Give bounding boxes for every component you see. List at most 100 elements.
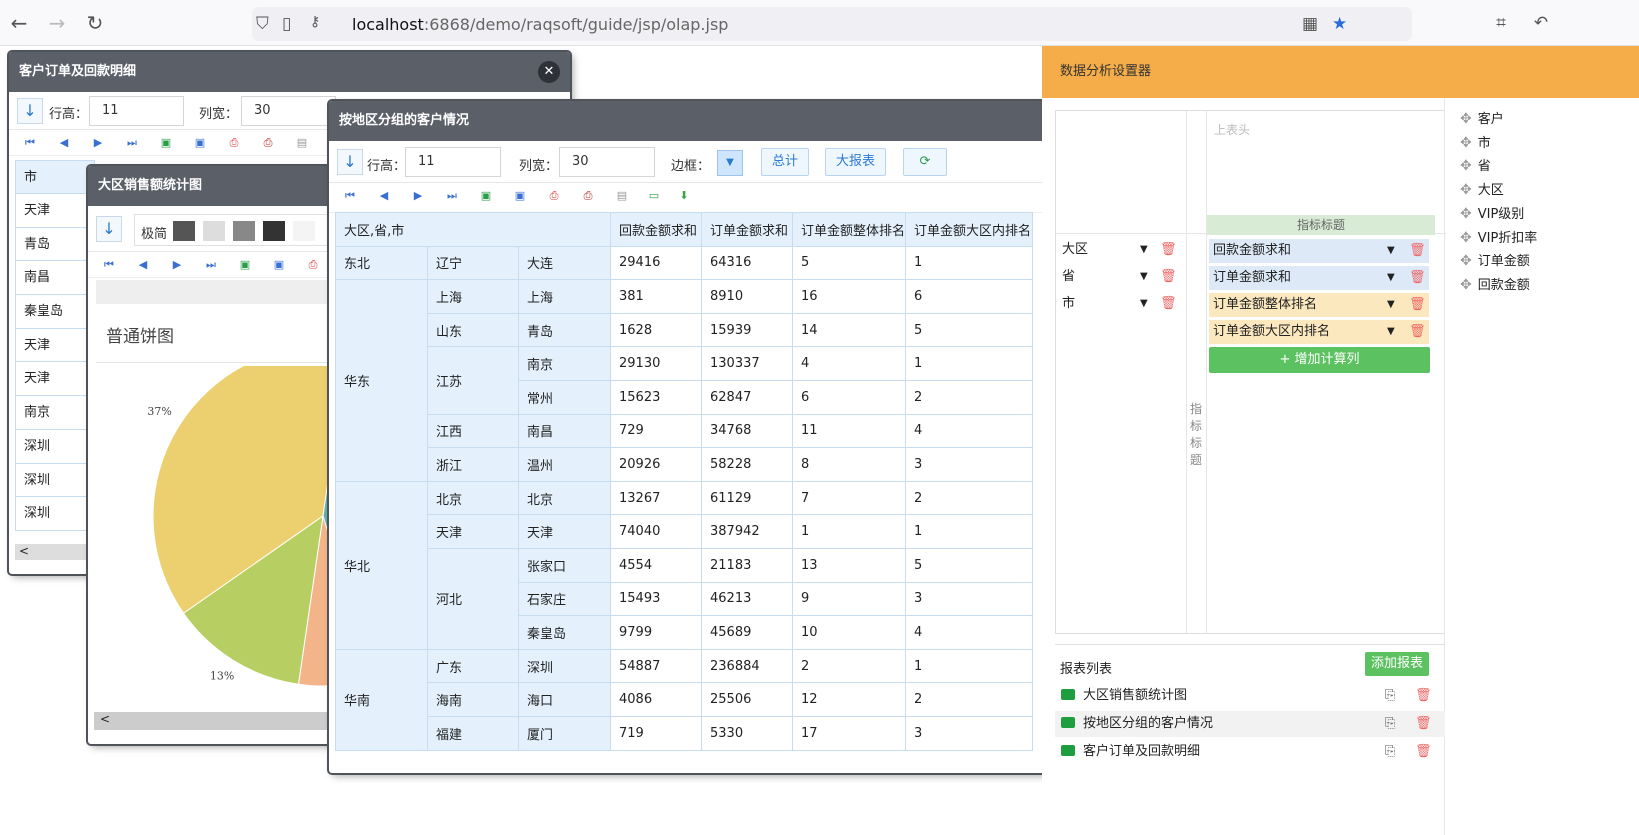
available-field[interactable]: ✥ 省 — [1460, 155, 1491, 174]
word-icon[interactable]: ▣ — [191, 134, 209, 152]
csv-icon[interactable]: ▭ — [645, 187, 663, 205]
big-report-button[interactable]: 大报表 — [825, 148, 887, 176]
trash-icon[interactable]: 🗑 — [1160, 239, 1177, 261]
style-swatch-dark[interactable] — [173, 221, 195, 241]
available-field[interactable]: ✥ 客户 — [1460, 108, 1504, 127]
available-field[interactable]: ✥ 大区 — [1460, 179, 1504, 198]
border-dropdown[interactable]: ▼ — [717, 150, 743, 176]
word-icon[interactable]: ▣ — [270, 256, 288, 274]
dropdown-arrow-icon[interactable]: ▼ — [1387, 239, 1395, 263]
sort-down-button[interactable]: ↓ — [337, 149, 363, 175]
add-report-button[interactable]: 添加报表 — [1365, 652, 1430, 676]
report-list-item[interactable]: 大区销售额统计图 ⎘ 🗑 — [1055, 683, 1445, 709]
next-page-icon[interactable]: ▶ — [89, 134, 107, 152]
trash-icon[interactable]: 🗑 — [1160, 266, 1177, 288]
bookmark-star-icon[interactable]: ★ — [1332, 14, 1347, 34]
col-width-input[interactable]: 30 — [241, 96, 336, 126]
style-swatch-light[interactable] — [203, 221, 225, 241]
reload-icon[interactable]: ↻ — [82, 10, 108, 36]
first-page-icon[interactable]: ⏮ — [341, 187, 359, 205]
trash-icon[interactable]: 🗑 — [1409, 266, 1426, 290]
scroll-left-icon[interactable]: < — [15, 544, 29, 558]
available-field[interactable]: ✥ 回款金额 — [1460, 274, 1530, 293]
row-field-item[interactable]: 省 ▼ 🗑 — [1058, 266, 1178, 288]
address-bar[interactable]: ⛉ ▯ ⚷ localhost:6868/demo/raqsoft/guide/… — [252, 7, 1412, 41]
style-swatch-white[interactable] — [293, 221, 315, 241]
print-icon[interactable]: ⎙ — [259, 134, 277, 152]
back-icon[interactable]: ← — [6, 10, 32, 36]
measure-item[interactable]: 订单金额大区内排名 ▼ 🗑 — [1209, 320, 1429, 344]
dropdown-arrow-icon[interactable]: ▼ — [1140, 239, 1148, 261]
refresh-icon[interactable]: ⟳ — [903, 148, 947, 176]
edit-icon[interactable]: ⎘ — [1385, 683, 1395, 709]
col-width-input[interactable]: 30 — [559, 147, 655, 177]
row-height-input[interactable]: 11 — [89, 96, 184, 126]
print-icon[interactable]: ⎙ — [579, 187, 597, 205]
row-field-item[interactable]: 市 ▼ 🗑 — [1058, 293, 1178, 315]
edit-icon[interactable]: ⎘ — [1385, 711, 1395, 737]
trash-icon[interactable]: 🗑 — [1415, 711, 1432, 737]
permissions-icon[interactable]: ⚷ — [310, 14, 320, 30]
dropdown-arrow-icon[interactable]: ▼ — [1387, 266, 1395, 290]
excel-icon[interactable]: ▣ — [236, 256, 254, 274]
add-calc-column-button[interactable]: + 增加计算列 — [1209, 347, 1430, 373]
column-header[interactable]: 订单金额大区内排名 — [905, 212, 1034, 247]
close-icon[interactable]: ✕ — [538, 61, 560, 83]
report-list-item[interactable]: 按地区分组的客户情况 ⎘ 🗑 — [1055, 711, 1445, 737]
report-list-item[interactable]: 客户订单及回款明细 ⎘ 🗑 — [1055, 739, 1445, 765]
qr-code-icon[interactable]: ▦ — [1302, 14, 1318, 34]
trash-icon[interactable]: 🗑 — [1409, 239, 1426, 263]
scroll-left-icon[interactable]: < — [94, 712, 110, 726]
prev-page-icon[interactable]: ◀ — [55, 134, 73, 152]
trash-icon[interactable]: 🗑 — [1415, 739, 1432, 765]
excel-icon[interactable]: ▣ — [157, 134, 175, 152]
next-page-icon[interactable]: ▶ — [409, 187, 427, 205]
measure-item[interactable]: 回款金额求和 ▼ 🗑 — [1209, 239, 1429, 263]
column-header[interactable]: 订单金额求和 — [701, 212, 793, 247]
pdf-icon[interactable]: ⎙ — [545, 187, 563, 205]
next-page-icon[interactable]: ▶ — [168, 256, 186, 274]
column-header[interactable]: 回款金额求和 — [610, 212, 702, 247]
first-page-icon[interactable]: ⏮ — [100, 256, 118, 274]
total-button[interactable]: 总计 — [761, 148, 810, 176]
trash-icon[interactable]: 🗑 — [1409, 320, 1426, 344]
lock-icon[interactable] — [1061, 689, 1075, 700]
download-icon[interactable]: ⬇ — [675, 187, 693, 205]
prev-page-icon[interactable]: ◀ — [134, 256, 152, 274]
last-page-icon[interactable]: ⏭ — [123, 134, 141, 152]
undo-icon[interactable]: ↶ — [1528, 10, 1554, 36]
text-icon[interactable]: ▤ — [613, 187, 631, 205]
dropdown-arrow-icon[interactable]: ▼ — [1387, 293, 1395, 317]
available-field[interactable]: ✥ 订单金额 — [1460, 250, 1530, 269]
lock-icon[interactable] — [1061, 717, 1075, 728]
horizontal-scrollbar[interactable]: < — [15, 544, 95, 560]
row-field-item[interactable]: 大区 ▼ 🗑 — [1058, 239, 1178, 261]
crop-icon[interactable]: ⌗ — [1488, 10, 1514, 36]
row-height-input[interactable]: 11 — [405, 147, 501, 177]
word-icon[interactable]: ▣ — [511, 187, 529, 205]
forward-icon[interactable]: → — [44, 10, 70, 36]
dropdown-arrow-icon[interactable]: ▼ — [1140, 293, 1148, 315]
available-field[interactable]: ✥ 市 — [1460, 132, 1491, 151]
style-swatch-black[interactable] — [263, 221, 285, 241]
pdf-icon[interactable]: ⎙ — [304, 256, 322, 274]
text-icon[interactable]: ▤ — [293, 134, 311, 152]
column-header[interactable]: 订单金额整体排名 — [791, 212, 907, 247]
sort-down-button[interactable]: ↓ — [17, 98, 43, 124]
lock-icon[interactable] — [1061, 745, 1075, 756]
trash-icon[interactable]: 🗑 — [1160, 293, 1177, 315]
dropdown-arrow-icon[interactable]: ▼ — [1140, 266, 1148, 288]
first-page-icon[interactable]: ⏮ — [21, 134, 39, 152]
style-swatch-gray[interactable] — [233, 221, 255, 241]
pdf-icon[interactable]: ⎙ — [225, 134, 243, 152]
prev-page-icon[interactable]: ◀ — [375, 187, 393, 205]
dropdown-arrow-icon[interactable]: ▼ — [1387, 320, 1395, 344]
available-field[interactable]: ✥ VIP折扣率 — [1460, 227, 1537, 246]
last-page-icon[interactable]: ⏭ — [202, 256, 220, 274]
last-page-icon[interactable]: ⏭ — [443, 187, 461, 205]
measure-item[interactable]: 订单金额整体排名 ▼ 🗑 — [1209, 293, 1429, 317]
trash-icon[interactable]: 🗑 — [1415, 683, 1432, 709]
measure-item[interactable]: 订单金额求和 ▼ 🗑 — [1209, 266, 1429, 290]
edit-icon[interactable]: ⎘ — [1385, 739, 1395, 765]
sort-down-button[interactable]: ↓ — [96, 216, 122, 242]
